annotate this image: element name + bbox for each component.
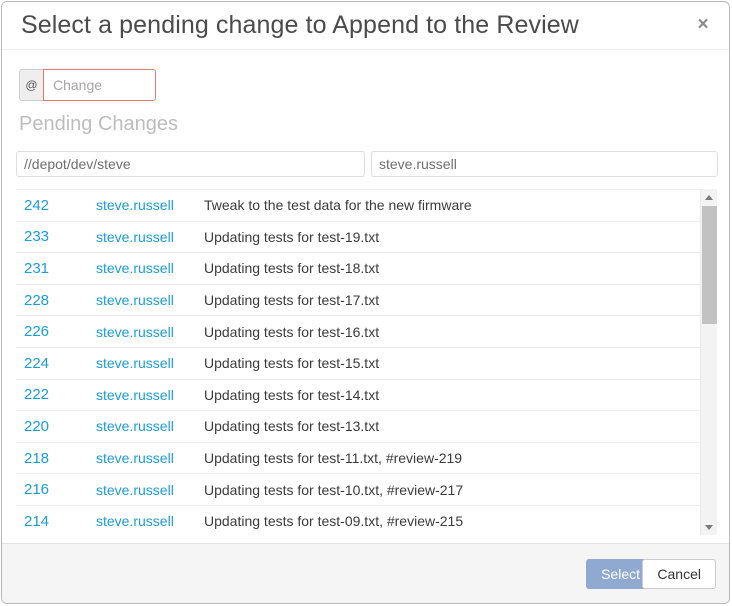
change-description: Updating tests for test-09.txt, #review-… bbox=[204, 513, 464, 530]
change-description: Updating tests for test-19.txt bbox=[204, 228, 380, 245]
at-symbol-icon: @ bbox=[19, 69, 43, 101]
change-user-link[interactable]: steve.russell bbox=[96, 418, 204, 434]
change-description: Updating tests for test-11.txt, #review-… bbox=[204, 450, 463, 467]
dialog-title: Select a pending change to Append to the… bbox=[21, 11, 579, 39]
table-row[interactable]: 233 steve.russell Updating tests for test-… bbox=[16, 222, 700, 254]
change-user-link[interactable]: steve.russell bbox=[96, 197, 204, 213]
table-row[interactable]: 222 steve.russell Updating tests for test-… bbox=[16, 380, 700, 412]
change-id-link[interactable]: 216 bbox=[16, 481, 96, 498]
path-filter-input[interactable] bbox=[16, 151, 365, 177]
table-row[interactable]: 228 steve.russell Updating tests for test-… bbox=[16, 285, 700, 317]
table-row[interactable]: 231 steve.russell Updating tests for test-… bbox=[16, 253, 700, 285]
change-id-link[interactable]: 242 bbox=[16, 197, 96, 214]
change-id-link[interactable]: 220 bbox=[16, 418, 96, 435]
change-description: Updating tests for test-16.txt bbox=[204, 323, 380, 340]
change-user-link[interactable]: steve.russell bbox=[96, 482, 204, 498]
change-description: Updating tests for test-17.txt bbox=[204, 292, 380, 309]
list-viewport: 242 steve.russell Tweak to the test data f… bbox=[16, 189, 700, 535]
table-row[interactable]: 220 steve.russell Updating tests for test-… bbox=[16, 411, 700, 443]
change-user-link[interactable]: steve.russell bbox=[96, 513, 204, 529]
table-row[interactable]: 226 steve.russell Updating tests for test-… bbox=[16, 316, 700, 348]
dialog-body: @ Pending Changes 242steve.russellTweak … bbox=[2, 50, 729, 542]
change-description: Updating tests for test-15.txt bbox=[204, 355, 380, 372]
change-user-link[interactable]: steve.russell bbox=[96, 450, 204, 466]
change-id-link[interactable]: 231 bbox=[16, 260, 96, 277]
change-user-link[interactable]: steve.russell bbox=[96, 260, 204, 276]
scroll-up-icon[interactable] bbox=[701, 189, 717, 205]
user-filter-input[interactable] bbox=[371, 151, 718, 177]
table-row[interactable]: 218 steve.russell Updating tests for test-… bbox=[16, 443, 700, 475]
list-scrollbar[interactable] bbox=[700, 189, 717, 535]
change-description: Updating tests for test-18.txt bbox=[204, 260, 380, 277]
change-input[interactable] bbox=[43, 69, 156, 101]
change-id-link[interactable]: 233 bbox=[16, 228, 96, 245]
change-id-link[interactable]: 228 bbox=[16, 292, 96, 309]
change-id-link[interactable]: 222 bbox=[16, 386, 96, 403]
change-description: Updating tests for test-14.txt bbox=[204, 386, 380, 403]
pending-changes-list: 242 steve.russell Tweak to the test data f… bbox=[16, 189, 718, 535]
filter-row bbox=[16, 151, 718, 177]
change-user-link[interactable]: steve.russell bbox=[96, 387, 204, 403]
change-id-link[interactable]: 218 bbox=[16, 450, 96, 467]
change-input-group: @ bbox=[19, 69, 156, 101]
change-description: Updating tests for test-10.txt, #review-… bbox=[204, 481, 464, 498]
dialog-header: Select a pending change to Append to the… bbox=[2, 2, 729, 50]
change-user-link[interactable]: steve.russell bbox=[96, 229, 204, 245]
close-icon[interactable]: × bbox=[690, 12, 716, 38]
change-user-link[interactable]: steve.russell bbox=[96, 355, 204, 371]
change-id-link[interactable]: 214 bbox=[16, 513, 96, 530]
change-description: Tweak to the test data for the new firmw… bbox=[204, 197, 472, 214]
table-row[interactable]: 216 steve.russell Updating tests for test-… bbox=[16, 474, 700, 506]
change-id-link[interactable]: 224 bbox=[16, 355, 96, 372]
table-row[interactable]: 214 steve.russell Updating tests for test-… bbox=[16, 506, 700, 535]
scroll-down-icon[interactable] bbox=[701, 519, 717, 535]
table-row[interactable]: 242 steve.russell Tweak to the test data f… bbox=[16, 189, 700, 222]
table-row[interactable]: 224 steve.russell Updating tests for test-… bbox=[16, 348, 700, 380]
pending-changes-heading: Pending Changes bbox=[19, 113, 179, 135]
change-user-link[interactable]: steve.russell bbox=[96, 324, 204, 340]
dialog-footer: Select Cancel bbox=[2, 543, 729, 603]
pending-change-dialog: Select a pending change to Append to the… bbox=[1, 1, 730, 604]
change-id-link[interactable]: 226 bbox=[16, 323, 96, 340]
scrollbar-thumb[interactable] bbox=[702, 206, 717, 324]
change-description: Updating tests for test-13.txt bbox=[204, 418, 380, 435]
change-user-link[interactable]: steve.russell bbox=[96, 292, 204, 308]
cancel-button[interactable]: Cancel bbox=[642, 559, 716, 589]
